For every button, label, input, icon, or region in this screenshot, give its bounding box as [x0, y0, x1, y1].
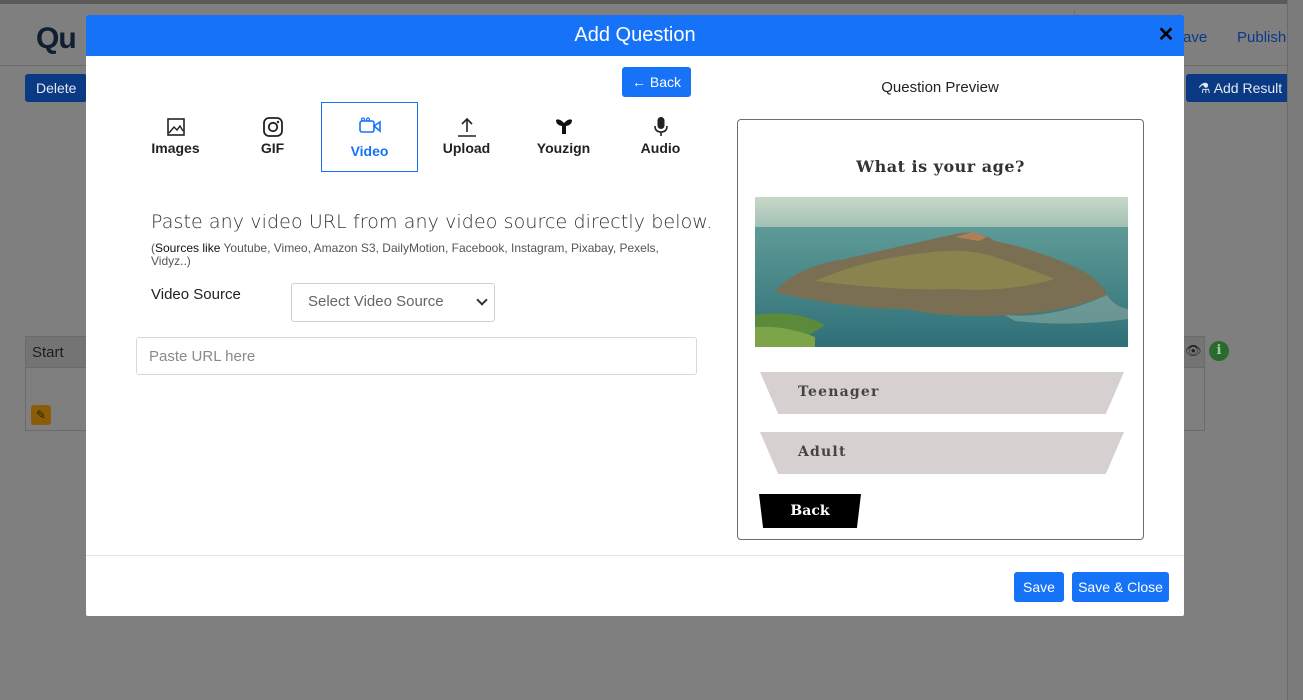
video-icon — [358, 117, 381, 133]
tab-label: Youzign — [536, 140, 591, 156]
image-icon — [166, 118, 185, 136]
back-button[interactable]: ← Back — [622, 67, 691, 97]
tab-video[interactable]: Video — [321, 102, 418, 172]
tab-gif[interactable]: GIF — [224, 102, 321, 172]
sources-list: Youtube, Vimeo, Amazon S3, DailyMotion, … — [151, 241, 659, 268]
edit-icon[interactable]: ✎ — [31, 405, 51, 425]
modal-title: Add Question — [574, 24, 696, 46]
tab-label: Video — [350, 143, 389, 159]
microphone-icon — [653, 117, 668, 136]
url-input[interactable]: Paste URL here — [136, 337, 697, 375]
video-instruction: Paste any video URL from any video sourc… — [151, 211, 713, 233]
tab-label: GIF — [260, 140, 285, 156]
chevron-down-icon — [476, 294, 488, 306]
supported-sources: (Sources like Youtube, Vimeo, Amazon S3,… — [151, 241, 659, 268]
add-result-button[interactable]: ⚗ Add Result — [1186, 74, 1294, 102]
nav-publish[interactable]: Publish — [1237, 29, 1286, 46]
video-source-label: Video Source — [151, 286, 241, 303]
preview-question: What is your age? — [856, 157, 1025, 176]
eye-icon[interactable]: 👁 — [1185, 343, 1202, 359]
preview-heading: Question Preview — [881, 79, 999, 96]
tab-label: Audio — [640, 140, 681, 156]
preview-answer-teenager: Teenager — [760, 372, 1124, 414]
tab-images[interactable]: Images — [127, 102, 224, 172]
preview-image — [755, 197, 1128, 347]
tab-upload[interactable]: Upload — [418, 102, 515, 172]
instagram-icon — [262, 117, 283, 137]
arrow-left-icon: ← — [631, 74, 646, 90]
youzign-icon — [555, 119, 572, 134]
info-icon[interactable]: i — [1209, 341, 1229, 361]
question-preview: What is your age? Teenager Adult Back — [737, 119, 1144, 540]
save-close-button[interactable]: Save & Close — [1072, 572, 1169, 602]
add-question-modal: Add Question ✕ ← Back Images GIF Video U… — [86, 15, 1184, 616]
page-scrollbar[interactable] — [1287, 0, 1303, 700]
preview-answer-adult: Adult — [760, 432, 1124, 474]
tab-label: Upload — [442, 140, 491, 156]
tab-audio[interactable]: Audio — [612, 102, 709, 172]
preview-back-button: Back — [759, 494, 861, 528]
nav-save[interactable]: ave — [1183, 29, 1207, 46]
close-icon[interactable]: ✕ — [1156, 25, 1176, 45]
select-value: Select Video Source — [308, 293, 444, 310]
app-logo: Qu — [36, 22, 77, 55]
video-source-select[interactable]: Select Video Source — [291, 283, 495, 322]
modal-footer: Save Save & Close — [86, 555, 1184, 616]
delete-button[interactable]: Delete — [25, 74, 88, 102]
tab-label: Images — [151, 140, 200, 156]
flask-icon: ⚗ — [1198, 80, 1211, 96]
island-image — [755, 197, 1128, 347]
modal-header: Add Question ✕ — [86, 15, 1184, 56]
save-button[interactable]: Save — [1014, 572, 1064, 602]
tab-youzign[interactable]: Youzign — [515, 102, 612, 172]
upload-icon — [457, 117, 476, 137]
sources-prefix: Sources like — [155, 241, 221, 255]
